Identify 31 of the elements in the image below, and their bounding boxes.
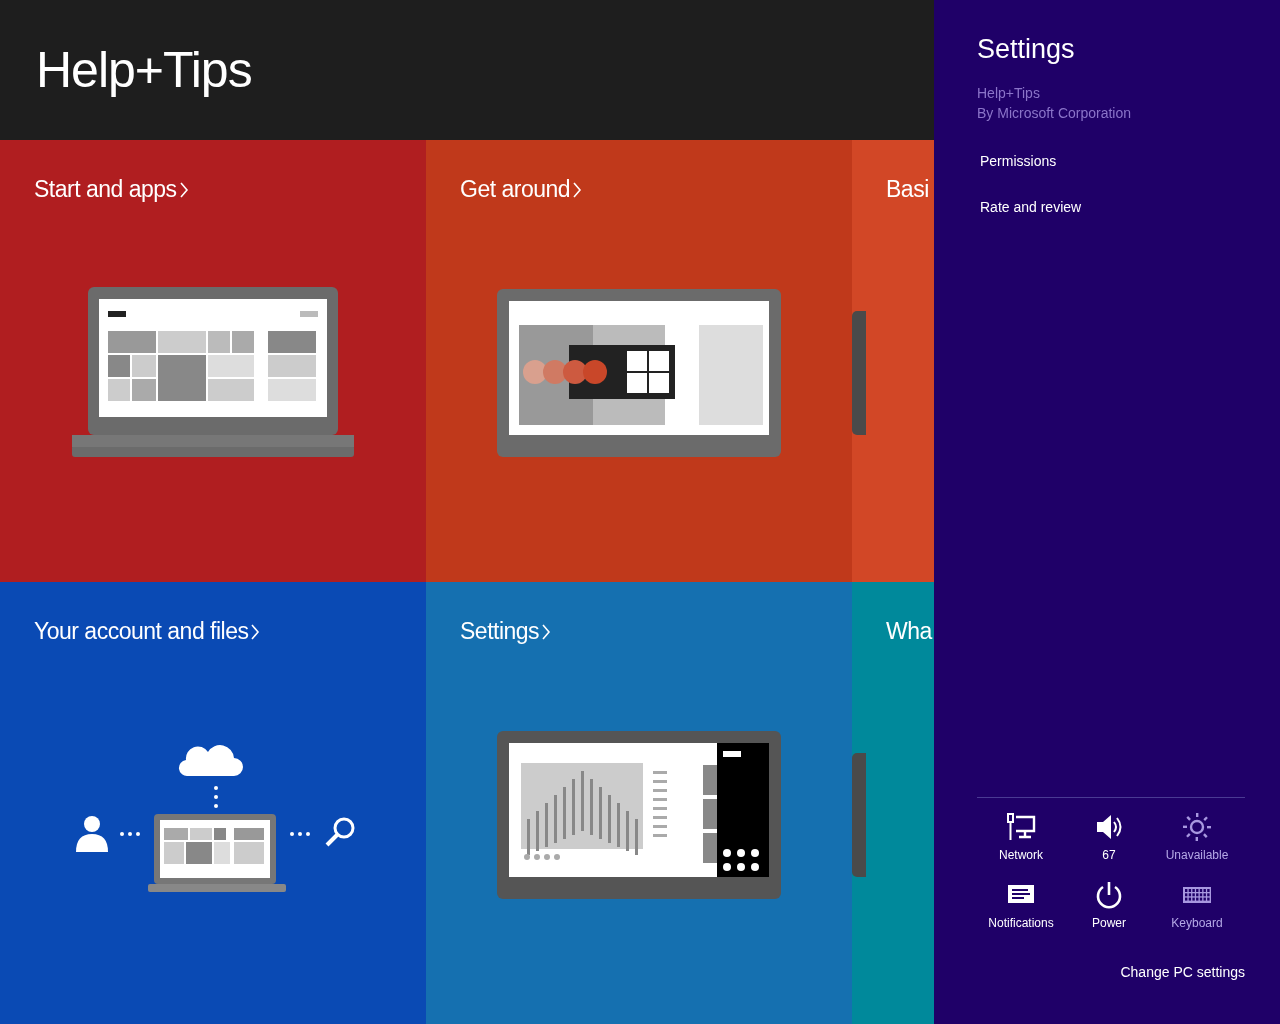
chevron-icon [250,622,261,641]
app-name: Help+Tips [977,84,1041,103]
category-tile[interactable]: Start and apps [0,140,426,582]
volume-icon [1094,812,1124,842]
category-tile[interactable]: Settings [426,582,852,1024]
chevron-icon [178,180,189,199]
brightness-icon [1182,812,1212,842]
power-icon [1094,880,1124,910]
settings-link[interactable]: Rate and review [980,199,1082,215]
chevron-icon [541,622,552,641]
pane-title: Settings [977,34,1076,65]
tile-title: Get around [460,176,571,203]
chevron-icon [572,180,583,199]
tile-title: Your account and files [34,618,249,645]
change-pc-settings-link[interactable]: Change PC settings [1120,964,1245,980]
category-tile[interactable]: Get around [426,140,852,582]
app-title: Help+Tips [36,41,252,99]
category-tile[interactable]: Wha [852,582,934,1024]
tile-title: Settings [460,618,540,645]
network-icon [1006,812,1036,842]
tile-title: Wha [886,618,932,645]
quick-setting-button[interactable]: 67 [1065,812,1153,862]
category-tile[interactable]: Basi [852,140,934,582]
tile-title: Basi [886,176,929,203]
quick-setting-button[interactable]: Network [977,812,1065,862]
quick-setting-button[interactable]: Notifications [977,880,1065,930]
settings-link[interactable]: Permissions [980,153,1057,169]
quick-setting-button[interactable]: Power [1065,880,1153,930]
publisher-name: By Microsoft Corporation [977,104,1133,123]
tile-title: Start and apps [34,176,177,203]
category-tile[interactable]: Your account and files [0,582,426,1024]
